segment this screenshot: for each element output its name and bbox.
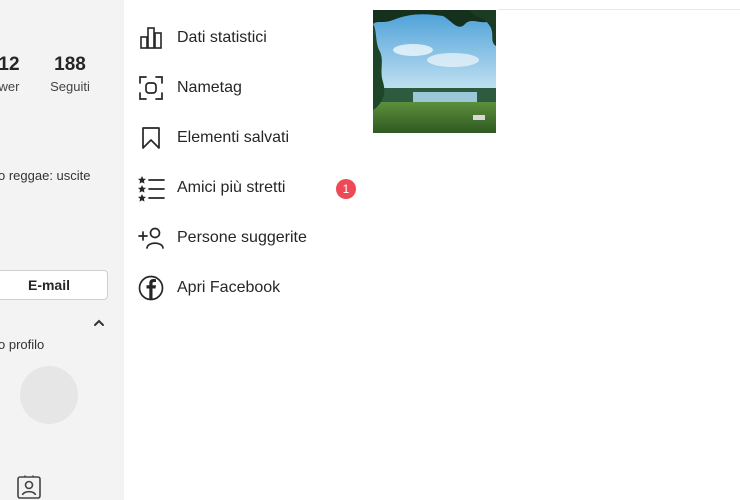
menu-item-label: Dati statistici [177,29,267,46]
bookmark-icon [136,123,166,153]
options-menu: Dati statistici Nametag Elementi salvati [124,0,374,500]
notification-badge: 1 [336,179,356,199]
following-stat[interactable]: 188 Seguiti [44,54,96,94]
menu-item-saved[interactable]: Elementi salvati [136,120,372,156]
following-count: 188 [54,54,86,75]
chevron-up-icon[interactable] [92,316,106,330]
menu-item-insights[interactable]: Dati statistici [136,20,372,56]
email-button[interactable]: E-mail [0,270,108,300]
profile-panel: 12 wer 188 Seguiti o reggae: uscite E-ma… [0,0,124,500]
menu-item-suggested-people[interactable]: Persone suggerite [136,220,372,256]
menu-item-label: Apri Facebook [177,279,281,296]
facebook-icon [136,273,166,303]
profile-section-label: o profilo [0,337,45,352]
menu-item-open-facebook[interactable]: Apri Facebook [136,270,372,306]
following-label: Seguiti [50,79,90,94]
profile-bio: o reggae: uscite [0,168,91,183]
avatar[interactable] [20,366,78,424]
followers-count: 12 [0,54,20,75]
add-person-icon [136,223,166,253]
nametag-scan-icon [136,73,166,103]
menu-item-label: Nametag [177,79,242,96]
post-thumbnail[interactable] [373,10,496,133]
menu-item-close-friends[interactable]: Amici più stretti 1 [136,170,372,206]
followers-stat[interactable]: 12 wer [0,54,32,94]
divider [498,9,740,10]
menu-item-label: Amici più stretti [177,179,286,196]
bar-chart-icon [136,23,166,53]
close-friends-list-icon [136,173,166,203]
menu-item-nametag[interactable]: Nametag [136,70,372,106]
menu-item-label: Elementi salvati [177,129,290,146]
followers-label: wer [0,79,20,94]
menu-item-label: Persone suggerite [177,229,307,246]
contact-card-icon[interactable] [16,474,42,500]
